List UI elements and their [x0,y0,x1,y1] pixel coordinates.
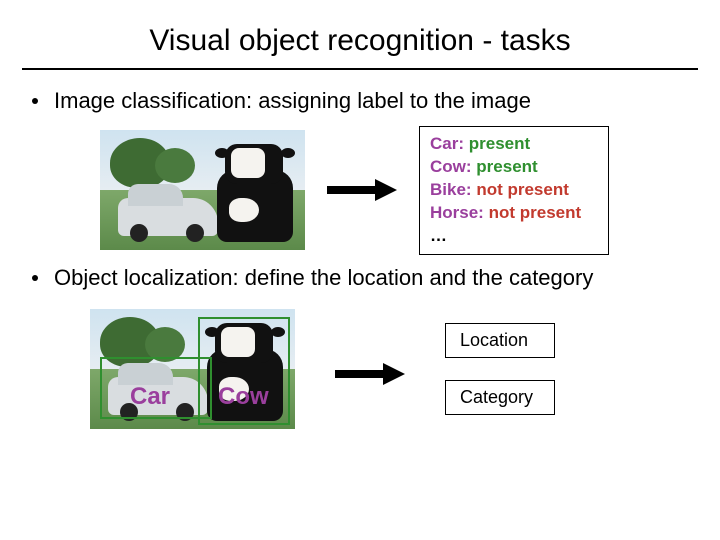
label-line-horse: Horse: not present [430,202,594,225]
slide-title: Visual object recognition - tasks [0,0,720,68]
localization-example: Car Cow Location Category [0,309,720,429]
bullet-classification-text: Image classification: assigning label to… [54,88,531,114]
label-line-car: Car: present [430,133,594,156]
cow-graphic [209,140,301,250]
bbox-label-car: Car [130,383,170,411]
label-key: Horse: [430,203,484,222]
label-line-cow: Cow: present [430,156,594,179]
label-ellipsis: … [430,225,594,248]
example-image-2: Car Cow [90,309,295,429]
bullet-dot-icon [32,275,38,281]
classification-labels-box: Car: present Cow: present Bike: not pres… [419,126,609,255]
classification-example: Car: present Cow: present Bike: not pres… [0,126,720,255]
title-underline [22,68,698,70]
label-line-bike: Bike: not present [430,179,594,202]
bullet-localization: Object localization: define the location… [0,265,720,291]
label-key: Car: [430,134,464,153]
example-image-1 [100,130,305,250]
category-box: Category [445,380,555,415]
label-value: present [476,157,537,176]
bbox-label-cow: Cow [218,383,269,411]
label-key: Bike: [430,180,472,199]
label-value: not present [476,180,569,199]
arrow-right-icon [335,367,405,381]
car-graphic [118,198,218,236]
arrow-right-icon [327,183,397,197]
label-value: not present [489,203,582,222]
label-value: present [469,134,530,153]
localization-output: Location Category [445,323,555,415]
label-key: Cow: [430,157,472,176]
bullet-dot-icon [32,98,38,104]
bullet-classification: Image classification: assigning label to… [0,88,720,114]
location-box: Location [445,323,555,358]
bullet-localization-text: Object localization: define the location… [54,265,593,291]
